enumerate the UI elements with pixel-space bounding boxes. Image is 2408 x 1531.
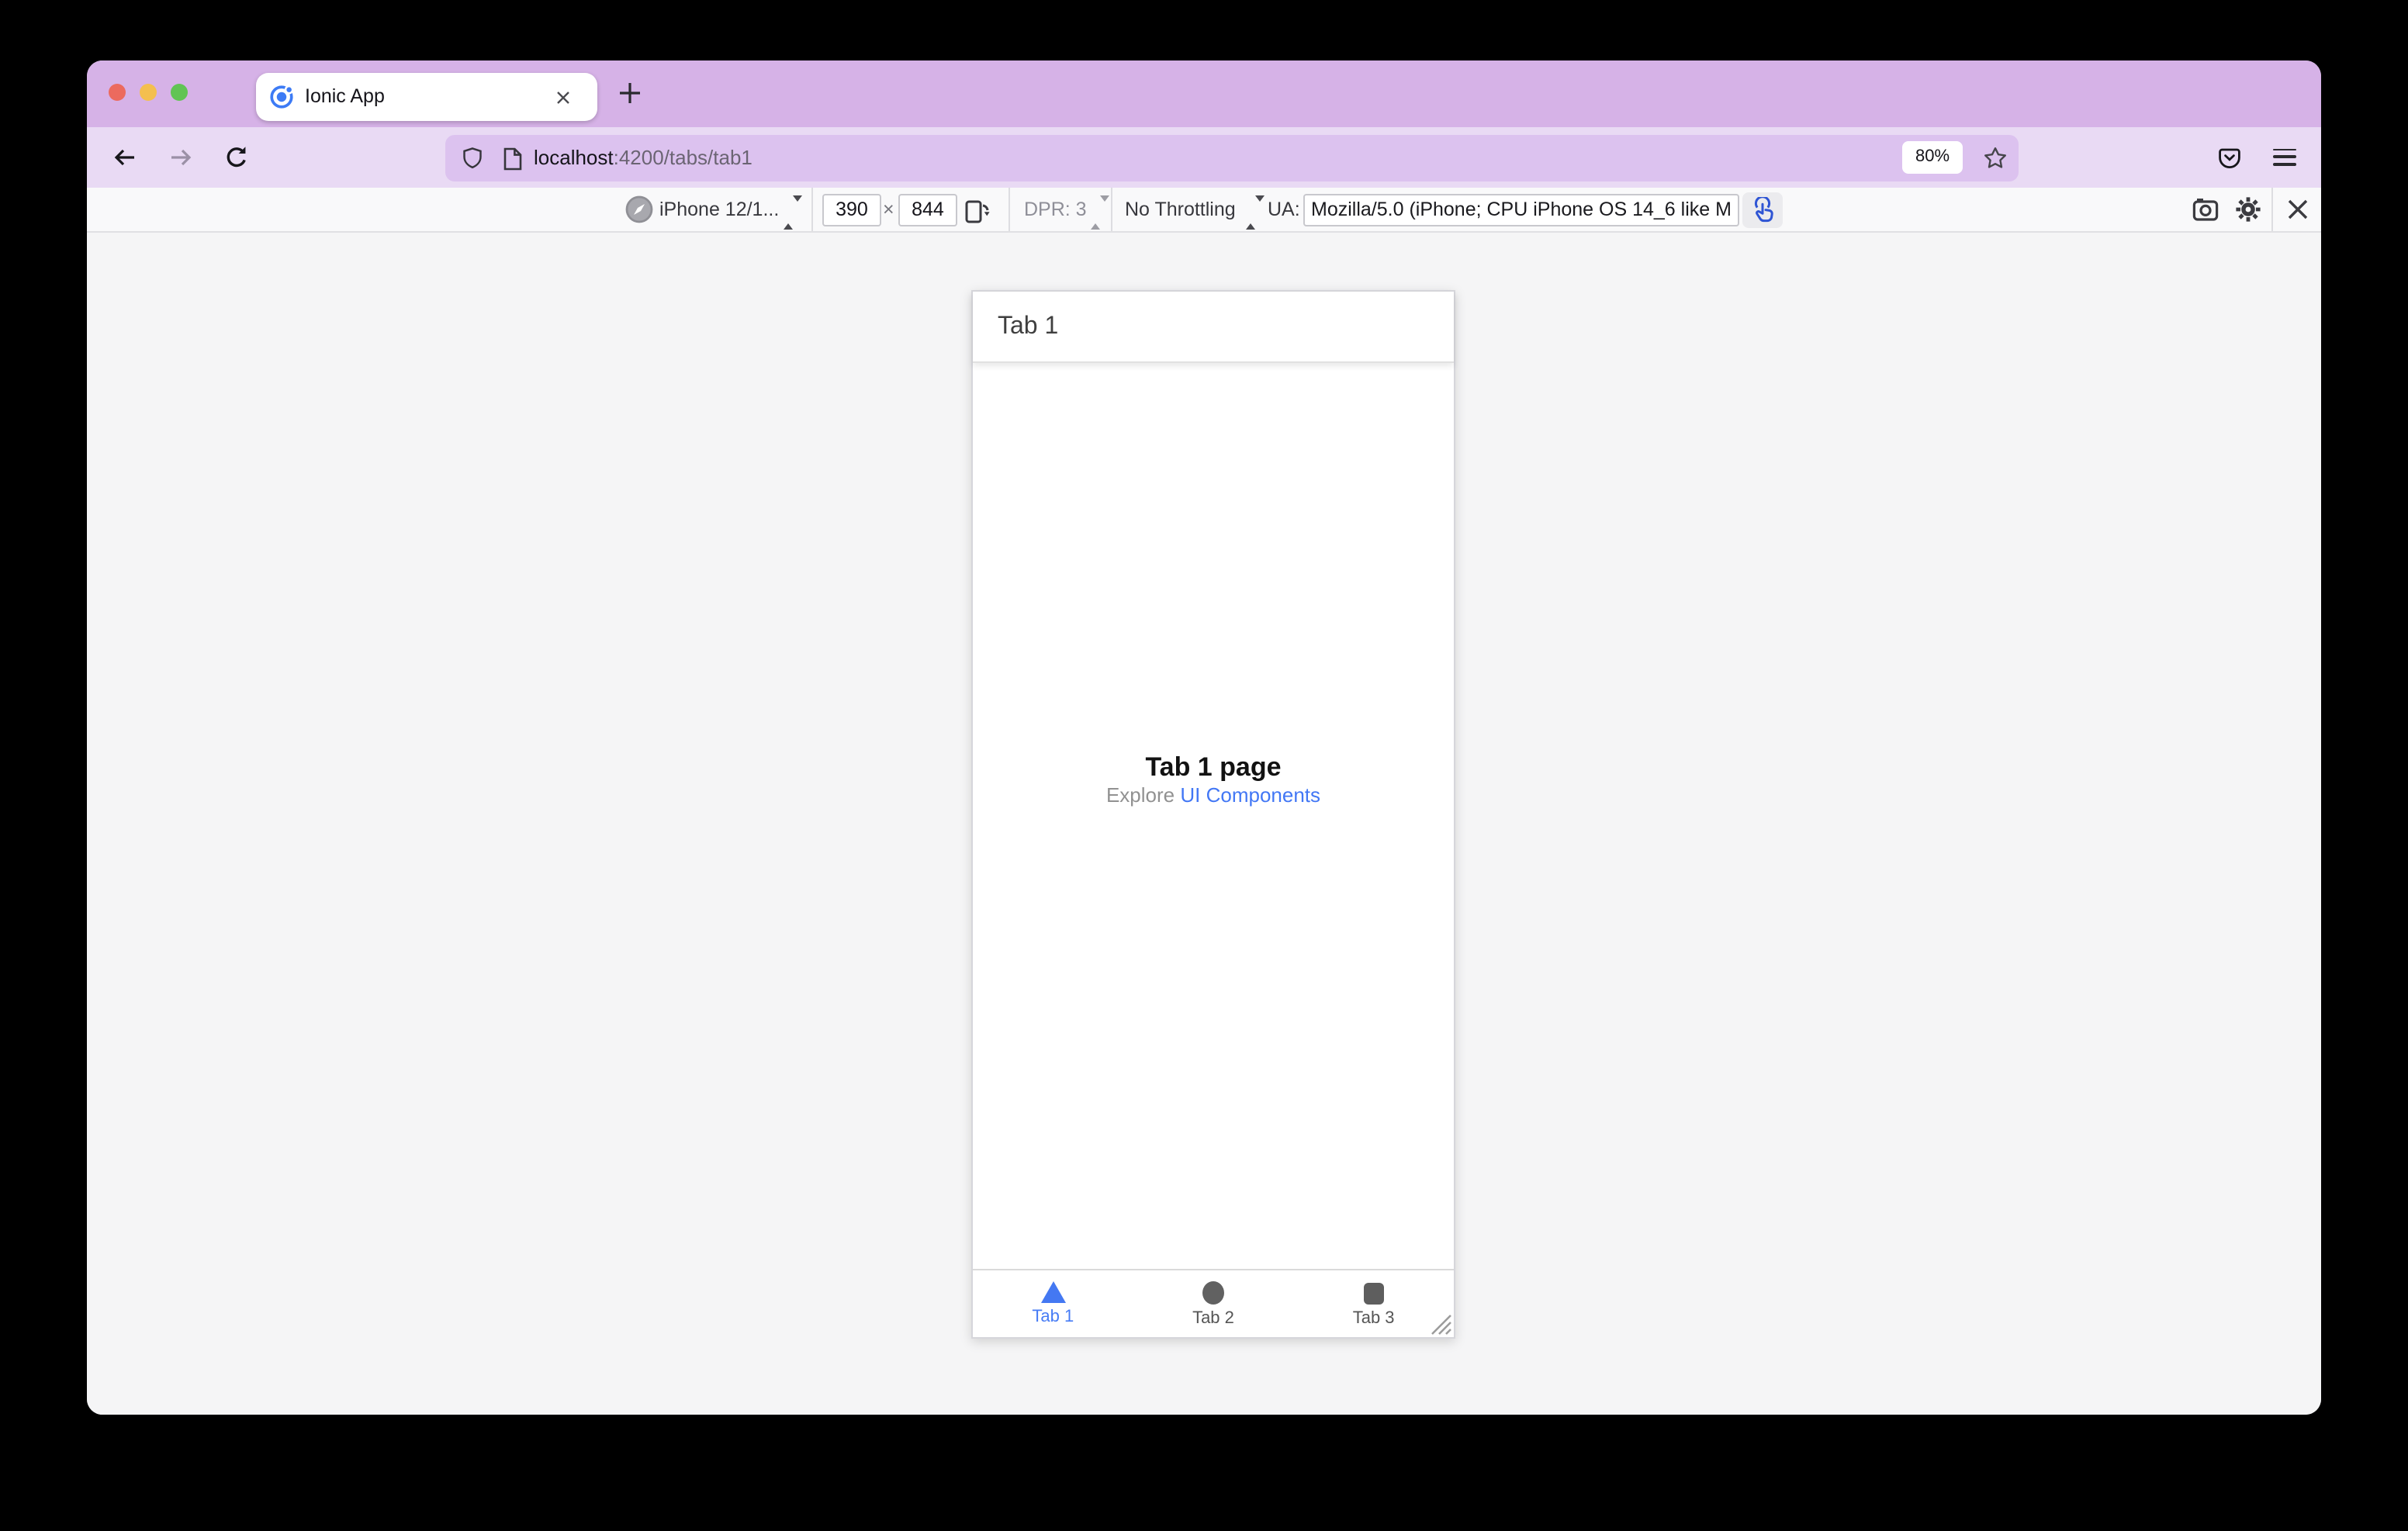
shield-icon[interactable] (461, 145, 484, 170)
main-heading: Tab 1 page (1145, 752, 1282, 782)
ua-label: UA: (1268, 199, 1300, 220)
user-agent-input[interactable] (1303, 193, 1739, 226)
tab-close-icon[interactable] (553, 88, 572, 106)
ionic-favicon-icon (269, 84, 293, 108)
page-title: Tab 1 (998, 313, 1059, 340)
tab-button-tab2[interactable]: Tab 2 (1133, 1270, 1294, 1337)
ionic-header: Tab 1 (973, 292, 1454, 363)
viewport-width-input[interactable] (822, 193, 881, 226)
forward-icon[interactable] (167, 144, 193, 171)
dpr-stepper-icon[interactable] (1091, 195, 1109, 230)
settings-gear-icon[interactable] (2234, 195, 2262, 223)
app-menu-icon[interactable] (2272, 148, 2296, 167)
dimension-times-label: × (883, 199, 894, 220)
macos-zoom-button[interactable] (170, 83, 188, 101)
explore-text: Explore UI Components (973, 782, 1454, 808)
explore-prefix: Explore (1105, 783, 1181, 807)
browser-nav-toolbar: localhost:4200/tabs/tab1 80% (87, 127, 2321, 188)
rotate-viewport-icon[interactable] (964, 196, 991, 223)
touch-simulation-button[interactable] (1742, 192, 1783, 227)
back-icon[interactable] (111, 144, 137, 171)
rdm-toolbar: iPhone 12/1... × DPR: 3 No Throttling UA… (87, 188, 2321, 233)
device-compass-icon (625, 195, 653, 223)
tab-label: Tab 1 (1032, 1308, 1074, 1326)
device-viewport: Tab 1 Tab 1 page Explore UI Components T… (971, 290, 1455, 1339)
toolbar-separator (811, 188, 813, 231)
screenshot-stage: Ionic App localhost:4200/tabs/tab1 80% i… (0, 0, 2408, 1531)
throttling-selector[interactable]: No Throttling (1125, 188, 1236, 231)
new-tab-button[interactable] (618, 81, 642, 105)
reload-icon[interactable] (223, 144, 249, 171)
browser-tab-strip: Ionic App (87, 60, 2321, 127)
tab-title: Ionic App (305, 85, 385, 106)
dpr-selector[interactable]: DPR: 3 (1024, 188, 1087, 231)
square-icon (1363, 1283, 1384, 1305)
tab-label: Tab 2 (1192, 1309, 1234, 1328)
page-info-icon[interactable] (503, 147, 523, 170)
ellipse-icon (1202, 1281, 1224, 1305)
tab-button-tab1[interactable]: Tab 1 (973, 1270, 1133, 1337)
ionic-tab-bar: Tab 1 Tab 2 Tab 3 (973, 1269, 1454, 1337)
bookmark-star-icon[interactable] (1983, 145, 2008, 170)
device-selector[interactable]: iPhone 12/1... (659, 188, 779, 231)
url-bar[interactable]: localhost:4200/tabs/tab1 80% (445, 134, 2019, 181)
screenshot-camera-icon[interactable] (2192, 197, 2219, 222)
viewport-resize-handle[interactable] (1429, 1312, 1452, 1336)
device-selector-stepper-icon[interactable] (784, 195, 802, 230)
pocket-icon[interactable] (2216, 145, 2241, 170)
zoom-level-badge[interactable]: 80% (1902, 141, 1963, 174)
toolbar-separator (2271, 188, 2273, 231)
rdm-content-area: Tab 1 Tab 1 page Explore UI Components T… (87, 233, 2321, 1415)
throttling-stepper-icon[interactable] (1246, 195, 1265, 230)
url-path: :4200/tabs/tab1 (613, 145, 752, 168)
viewport-height-input[interactable] (898, 193, 957, 226)
macos-minimize-button[interactable] (139, 83, 157, 101)
close-rdm-icon[interactable] (2285, 197, 2310, 222)
touch-pointer-icon (1754, 196, 1773, 222)
url-host: localhost (534, 145, 614, 168)
toolbar-separator (1111, 188, 1112, 231)
macos-close-button[interactable] (108, 83, 126, 101)
browser-tab[interactable]: Ionic App (255, 72, 597, 121)
browser-window: Ionic App localhost:4200/tabs/tab1 80% i… (87, 60, 2321, 1415)
url-text: localhost:4200/tabs/tab1 (534, 134, 752, 181)
ui-components-link[interactable]: UI Components (1180, 783, 1320, 807)
tab-label: Tab 3 (1352, 1309, 1395, 1328)
toolbar-separator (1009, 188, 1010, 231)
triangle-icon (1040, 1281, 1066, 1303)
